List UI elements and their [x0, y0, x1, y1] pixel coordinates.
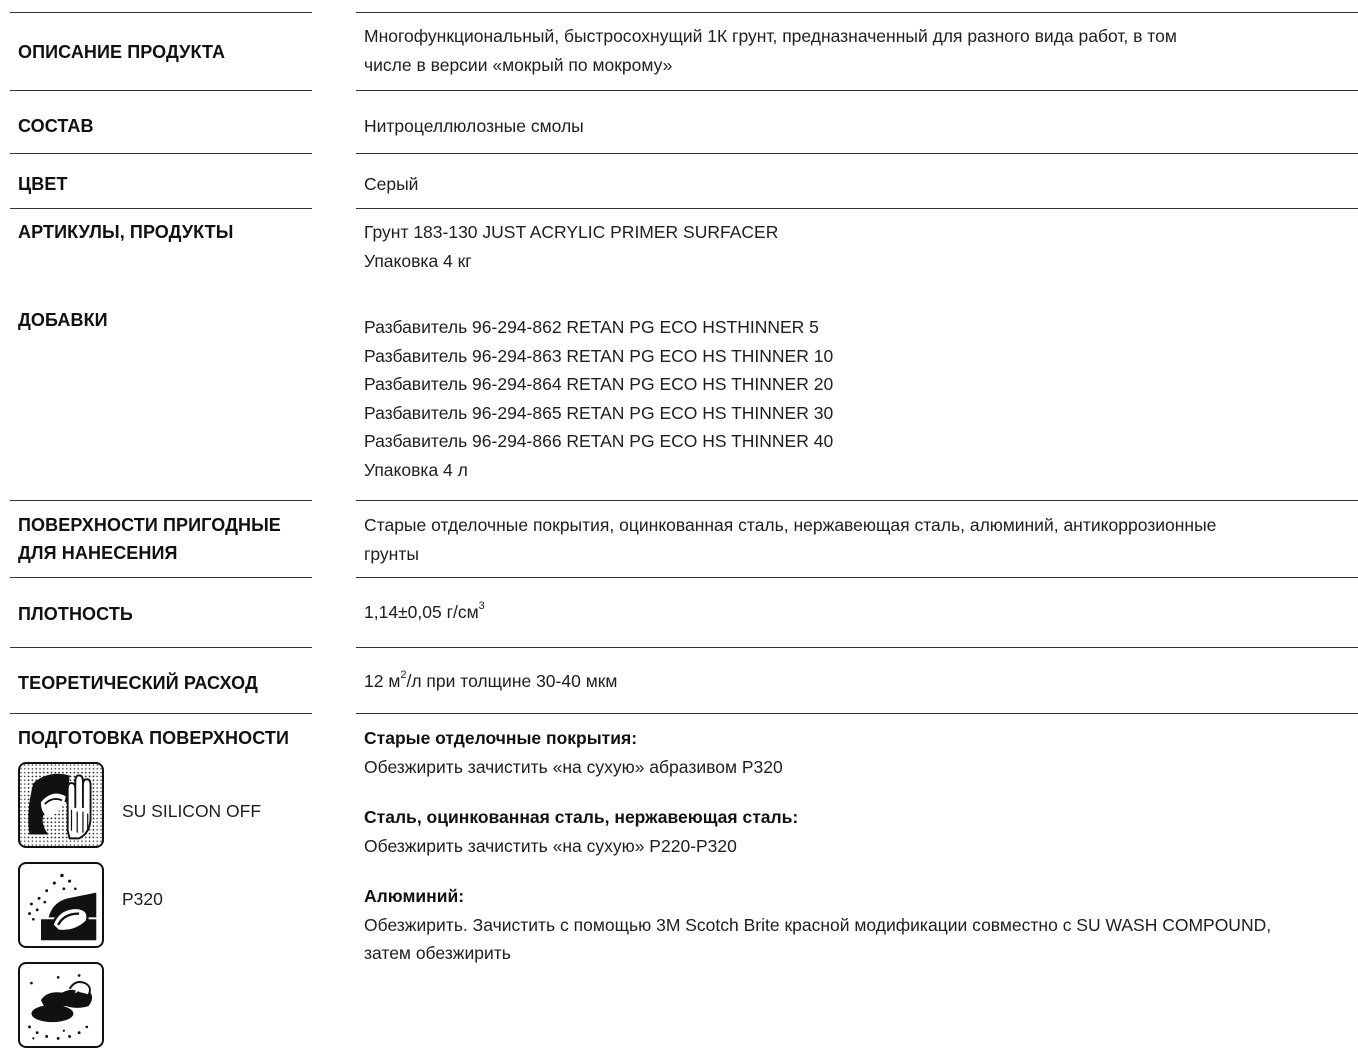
text-line: грунты: [364, 543, 419, 564]
divider: [356, 647, 1358, 648]
divider: [356, 153, 1358, 154]
consumption-superscript: 2: [400, 669, 407, 682]
divider: [10, 500, 312, 501]
value-consumption: 12 м2/л при толщине 30-40 мкм: [364, 667, 1354, 696]
section-heading-text: Старые отделочные покрытия:: [364, 728, 638, 748]
text-line: Упаковка 4 кг: [364, 250, 472, 271]
density-value: 1,14±0,05 г/см: [364, 602, 479, 622]
text-line: числе в версии «мокрый по мокрому»: [364, 54, 673, 75]
hand-sanding-icon: [18, 862, 104, 948]
label-consumption: ТЕОРЕТИЧЕСКИЙ РАСХОД: [18, 673, 258, 693]
label-color: ЦВЕТ: [18, 174, 68, 194]
section-heading: Алюминий:: [364, 882, 1354, 911]
divider: [356, 577, 1358, 578]
value-additives: Разбавитель 96-294-862 RETAN PG ECO HSTH…: [364, 313, 1354, 484]
text-line: Серый: [364, 174, 419, 194]
text-line: Нитроцеллюлозные смолы: [364, 116, 584, 136]
divider: [10, 713, 312, 714]
section-heading: Сталь, оцинкованная сталь, нержавеющая с…: [364, 803, 1354, 832]
text-line: Разбавитель 96-294-866 RETAN PG ECO HS T…: [364, 431, 834, 451]
text-line: Грунт 183-130 JUST ACRYLIC PRIMER SURFAC…: [364, 222, 779, 242]
divider: [356, 208, 1358, 209]
divider: [356, 90, 1358, 91]
value-composition: Нитроцеллюлозные смолы: [364, 112, 1354, 141]
label-surfaces: ПОВЕРХНОСТИ ПРИГОДНЫЕ ДЛЯ НАНЕСЕНИЯ: [18, 511, 318, 567]
text-line: Разбавитель 96-294-864 RETAN PG ECO HS T…: [364, 374, 834, 394]
section-heading: Старые отделочные покрытия:: [364, 724, 1354, 753]
icon-caption: SU SILICON OFF: [122, 801, 262, 821]
value-articles: Грунт 183-130 JUST ACRYLIC PRIMER SURFAC…: [364, 218, 1354, 275]
text-line: затем обезжирить: [364, 943, 511, 963]
label-preparation: ПОДГОТОВКА ПОВЕРХНОСТИ: [18, 728, 289, 748]
text-line: Разбавитель 96-294-865 RETAN PG ECO HS T…: [364, 402, 834, 423]
text-line: Упаковка 4 л: [364, 459, 468, 480]
value-density: 1,14±0,05 г/см3: [364, 598, 1354, 627]
value-color: Серый: [364, 170, 1354, 199]
degrease-hand-icon: [18, 762, 104, 848]
divider: [356, 713, 1358, 714]
text-line: Старые отделочные покрытия, оцинкованная…: [364, 515, 1217, 535]
divider: [10, 90, 312, 91]
label-line: ДЛЯ НАНЕСЕНИЯ: [18, 543, 178, 563]
value-preparation: Старые отделочные покрытия: Обезжирить з…: [364, 724, 1354, 968]
value-description: Многофункциональный, быстросохнущий 1К г…: [364, 22, 1354, 79]
divider: [10, 12, 312, 13]
divider: [10, 577, 312, 578]
density-superscript: 3: [478, 600, 485, 613]
consumption-unit: /л при толщине 30-40 мкм: [406, 671, 618, 691]
section-heading-text: Алюминий:: [364, 886, 465, 906]
divider: [10, 208, 312, 209]
text-line: Разбавитель 96-294-863 RETAN PG ECO HS T…: [364, 345, 834, 366]
text-line: Многофункциональный, быстросохнущий 1К г…: [364, 26, 1177, 46]
divider: [356, 12, 1358, 13]
label-composition: СОСТАВ: [18, 116, 94, 136]
label-articles: АРТИКУЛЫ, ПРОДУКТЫ: [18, 222, 234, 242]
text-line: Обезжирить. Зачистить с помощью 3М Scotc…: [364, 914, 1272, 935]
value-surfaces: Старые отделочные покрытия, оцинкованная…: [364, 511, 1354, 568]
label-description: ОПИСАНИЕ ПРОДУКТА: [18, 42, 226, 62]
machine-sanding-icon: [18, 962, 104, 1048]
consumption-value: 12 м: [364, 671, 401, 691]
divider: [10, 153, 312, 154]
text-line: Обезжирить зачистить «на сухую» абразиво…: [364, 756, 783, 777]
text-line: Обезжирить зачистить «на сухую» Р220-Р32…: [364, 835, 737, 856]
icon-caption: P320: [122, 889, 163, 909]
divider: [356, 500, 1358, 501]
divider: [10, 647, 312, 648]
label-additives: ДОБАВКИ: [18, 310, 108, 330]
label-density: ПЛОТНОСТЬ: [18, 604, 133, 624]
label-line: ПОВЕРХНОСТИ ПРИГОДНЫЕ: [18, 515, 281, 535]
text-line: Разбавитель 96-294-862 RETAN PG ECO HSTH…: [364, 317, 819, 337]
section-heading-text: Сталь, оцинкованная сталь, нержавеющая с…: [364, 807, 799, 827]
